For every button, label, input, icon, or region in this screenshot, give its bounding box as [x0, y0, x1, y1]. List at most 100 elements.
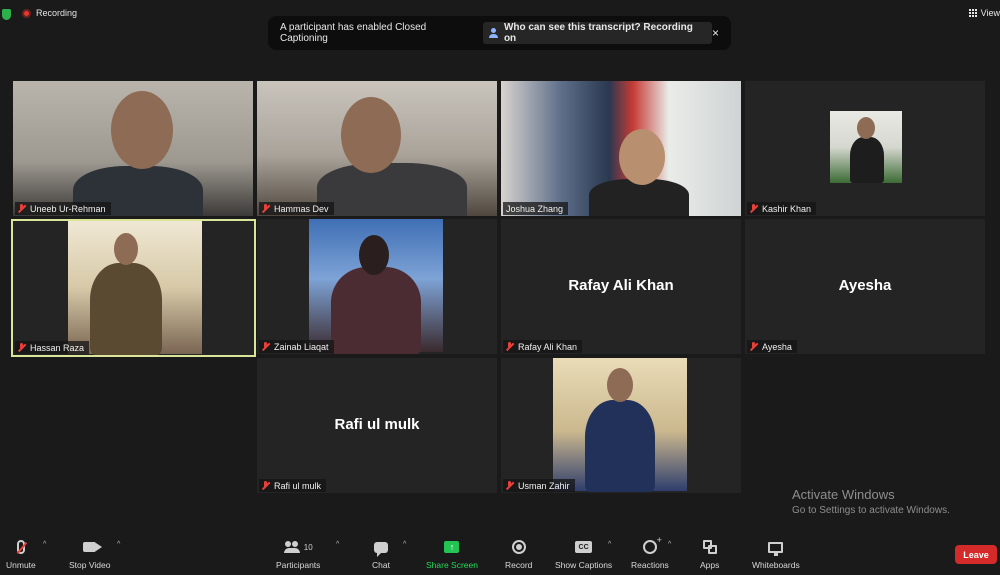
video-feed	[68, 221, 202, 355]
whiteboards-label: Whiteboards	[752, 560, 800, 570]
apps-button[interactable]: Apps	[700, 539, 719, 570]
participant-name: Kashir Khan	[762, 203, 812, 214]
record-icon	[511, 540, 526, 554]
name-tag: Hammas Dev	[259, 202, 334, 215]
recording-dot-icon	[22, 8, 31, 18]
watermark-title: Activate Windows	[792, 487, 895, 502]
video-feed	[553, 358, 687, 492]
active-speaker-tile[interactable]: Hassan Raza	[11, 219, 256, 357]
muted-microphone-icon	[16, 540, 25, 554]
security-shield-icon[interactable]	[2, 9, 11, 20]
chat-icon	[373, 541, 388, 557]
participant-tile[interactable]: Zainab Liaqat	[257, 219, 497, 354]
apps-icon	[702, 540, 717, 554]
apps-label: Apps	[700, 560, 720, 570]
meeting-toolbar: Unmute ^ Stop Video ^ 10 Participants ^ …	[0, 535, 1000, 575]
participant-tile[interactable]: Usman Zahir	[501, 358, 741, 493]
transcript-link-label: Who can see this transcript? Recording o…	[503, 22, 693, 44]
participant-name: Joshua Zhang	[506, 203, 564, 214]
stop-video-button[interactable]: Stop Video	[69, 539, 110, 570]
participant-name: Uneeb Ur-Rehman	[30, 203, 106, 214]
audio-options-caret-icon[interactable]: ^	[43, 541, 46, 548]
name-tag: Hassan Raza	[15, 341, 90, 354]
muted-mic-icon	[262, 481, 270, 490]
banner-message: A participant has enabled Closed Caption…	[280, 22, 427, 44]
participants-options-caret-icon[interactable]: ^	[336, 541, 339, 548]
share-screen-button[interactable]: ↑ Share Screen	[426, 539, 478, 570]
muted-mic-icon	[750, 204, 758, 213]
activate-windows-watermark: Activate Windows Go to Settings to activ…	[792, 487, 950, 516]
caption-notification-banner: A participant has enabled Closed Caption…	[268, 16, 731, 50]
participant-tile[interactable]: Ayesha Ayesha	[745, 219, 985, 354]
transcript-visibility-link[interactable]: Who can see this transcript? Recording o…	[483, 22, 712, 44]
whiteboards-button[interactable]: Whiteboards	[752, 539, 800, 570]
muted-mic-icon	[262, 204, 270, 213]
share-screen-label: Share Screen	[426, 560, 478, 570]
muted-mic-icon	[750, 342, 758, 351]
participants-button[interactable]: 10 Participants	[276, 539, 320, 570]
video-camera-icon	[83, 542, 103, 552]
recording-indicator[interactable]: Recording	[22, 8, 77, 18]
participant-name: Hassan Raza	[30, 342, 85, 353]
participant-name: Hammas Dev	[274, 203, 329, 214]
chat-options-caret-icon[interactable]: ^	[403, 541, 406, 548]
participant-name: Rafi ul mulk	[274, 480, 322, 491]
name-tag: Uneeb Ur-Rehman	[15, 202, 111, 215]
chat-label: Chat	[372, 560, 390, 570]
participant-name: Rafay Ali Khan	[518, 341, 578, 352]
chat-button[interactable]: Chat	[372, 539, 390, 570]
reactions-icon	[642, 535, 662, 554]
muted-mic-icon	[506, 481, 514, 490]
participant-name: Ayesha	[762, 341, 792, 352]
video-feed	[13, 81, 253, 216]
participant-tile[interactable]: Joshua Zhang	[501, 81, 741, 216]
record-button[interactable]: Record	[505, 539, 532, 570]
closed-captions-icon: CC	[575, 541, 593, 553]
leave-button[interactable]: Leave	[955, 545, 997, 564]
video-feed	[830, 111, 902, 183]
video-feed	[501, 81, 741, 216]
view-button[interactable]: View	[968, 8, 1000, 18]
person-icon	[489, 28, 499, 38]
show-captions-label: Show Captions	[555, 560, 613, 570]
video-feed	[309, 219, 443, 354]
participant-display-name: Rafay Ali Khan	[568, 277, 674, 294]
close-icon[interactable]: ×	[712, 26, 719, 40]
reactions-options-caret-icon[interactable]: ^	[668, 541, 671, 548]
video-feed	[257, 81, 497, 216]
participant-tile[interactable]: Rafi ul mulk Rafi ul mulk	[257, 358, 497, 493]
whiteboard-icon	[768, 541, 784, 556]
name-tag: Rafay Ali Khan	[503, 340, 583, 353]
participants-icon	[283, 541, 300, 553]
recording-label: Recording	[36, 8, 78, 18]
participant-name: Usman Zahir	[518, 480, 570, 491]
reactions-button[interactable]: Reactions	[631, 535, 669, 570]
participant-tile[interactable]: Uneeb Ur-Rehman	[13, 81, 253, 216]
participant-tile[interactable]: Rafay Ali Khan Rafay Ali Khan	[501, 219, 741, 354]
video-options-caret-icon[interactable]: ^	[117, 541, 120, 548]
stop-video-label: Stop Video	[69, 560, 111, 570]
reactions-label: Reactions	[631, 560, 669, 570]
watermark-subtitle: Go to Settings to activate Windows.	[792, 505, 950, 516]
participant-name: Zainab Liaqat	[274, 341, 329, 352]
name-tag: Rafi ul mulk	[259, 479, 327, 492]
muted-mic-icon	[262, 342, 270, 351]
participant-display-name: Rafi ul mulk	[334, 416, 420, 433]
participants-label: Participants	[276, 560, 321, 570]
participant-tile[interactable]: Kashir Khan	[745, 81, 985, 216]
view-label: View	[980, 8, 1000, 18]
name-tag: Ayesha	[747, 340, 797, 353]
participant-tile[interactable]: Hammas Dev	[257, 81, 497, 216]
unmute-button[interactable]: Unmute	[6, 539, 36, 570]
name-tag: Kashir Khan	[747, 202, 817, 215]
participant-display-name: Ayesha	[838, 277, 892, 294]
captions-options-caret-icon[interactable]: ^	[608, 541, 611, 548]
share-screen-icon: ↑	[444, 541, 460, 553]
show-captions-button[interactable]: CC Show Captions	[555, 539, 612, 570]
muted-mic-icon	[18, 204, 26, 213]
muted-mic-icon	[506, 342, 514, 351]
muted-mic-icon	[18, 343, 26, 352]
name-tag: Usman Zahir	[503, 479, 575, 492]
participants-count: 10	[303, 542, 313, 552]
name-tag: Joshua Zhang	[503, 202, 569, 215]
